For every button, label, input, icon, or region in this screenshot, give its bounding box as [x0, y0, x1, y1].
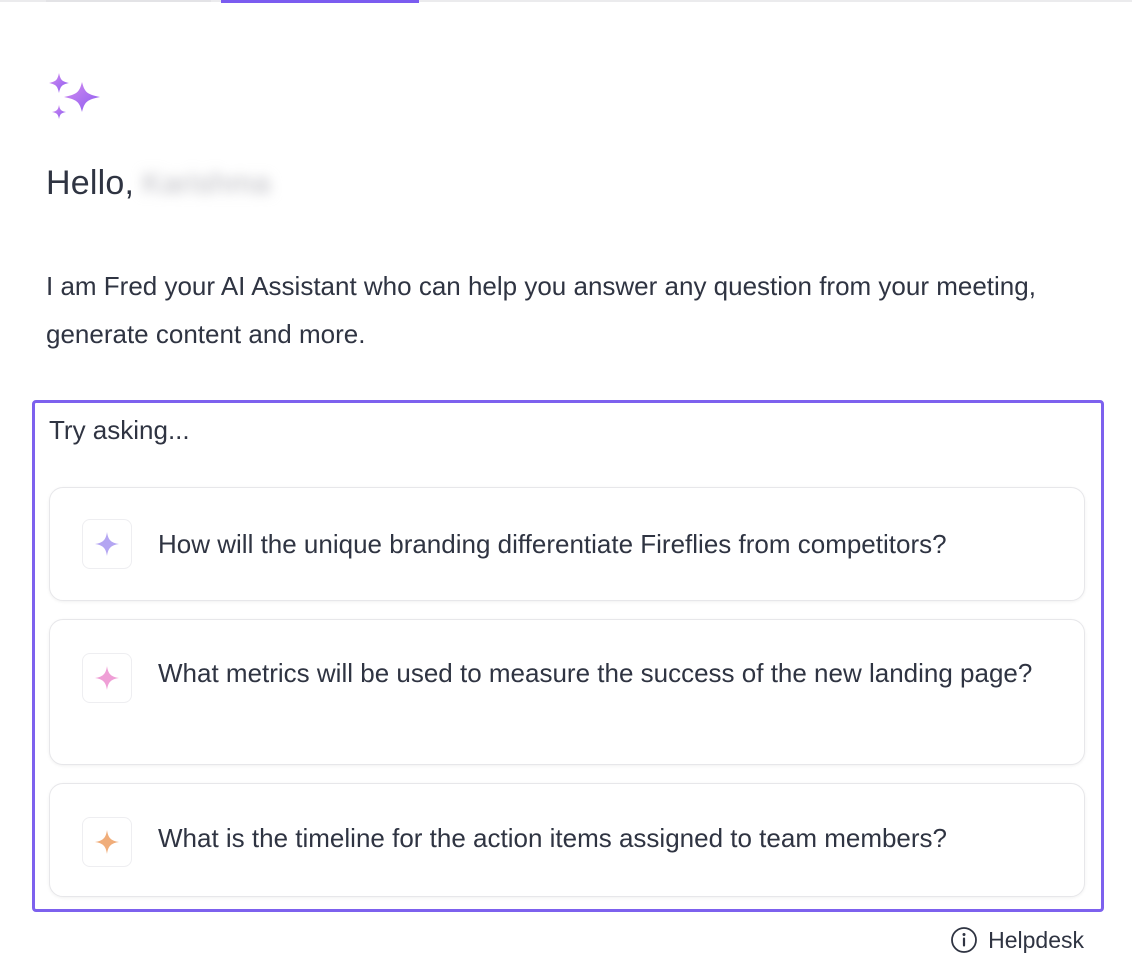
tab-inactive[interactable] — [46, 0, 211, 2]
suggestion-card[interactable]: What metrics will be used to measure the… — [49, 619, 1085, 765]
suggestions-panel: Try asking... How will the unique brandi… — [32, 400, 1104, 912]
suggestion-card[interactable]: How will the unique branding differentia… — [49, 487, 1085, 601]
sparkle-icon — [82, 653, 132, 703]
helpdesk-label: Helpdesk — [988, 926, 1084, 953]
fred-assistant-panel: Hello, Karishma I am Fred your AI Assist… — [0, 0, 1132, 978]
suggestion-text: What is the timeline for the action item… — [158, 823, 948, 853]
suggestion-text: What metrics will be used to measure the… — [158, 658, 1033, 688]
ai-sparkles-icon — [49, 73, 100, 119]
sparkle-icon — [82, 519, 132, 569]
greeting-prefix: Hello, — [46, 164, 135, 202]
suggestion-text: How will the unique branding differentia… — [158, 529, 947, 559]
info-icon — [951, 927, 978, 953]
tab-active-indicator[interactable] — [221, 0, 419, 3]
try-asking-label: Try asking... — [49, 415, 190, 445]
greeting-heading: Hello, Karishma — [46, 164, 270, 203]
assistant-intro-text: I am Fred your AI Assistant who can help… — [46, 271, 1036, 349]
suggestion-card[interactable]: What is the timeline for the action item… — [49, 783, 1085, 897]
helpdesk-link[interactable]: Helpdesk — [950, 926, 1084, 954]
user-name-blurred: Karishma — [142, 166, 271, 200]
sparkle-icon — [82, 817, 132, 867]
